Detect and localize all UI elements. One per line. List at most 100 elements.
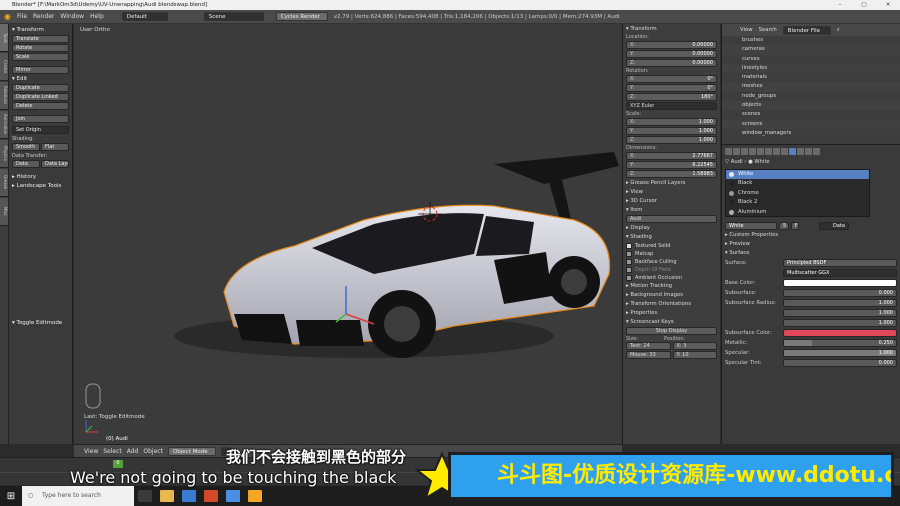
textured-solid-checkbox[interactable]: Textured Solid (626, 242, 717, 250)
background-images-header[interactable]: ▸ Background Images (626, 291, 717, 300)
material-slot-black[interactable]: Black (726, 179, 869, 188)
matcap-checkbox[interactable]: Matcap (626, 250, 717, 258)
outliner-row-meshes[interactable]: meshes (722, 82, 900, 92)
location-x-field[interactable]: X: 0.00000 (626, 41, 717, 49)
menu-window[interactable]: Window (60, 13, 84, 20)
surface-shader-select[interactable]: Principled BSDF (783, 259, 897, 267)
outliner-row-cameras[interactable]: cameras (722, 45, 900, 55)
tab-create[interactable]: Create (0, 53, 8, 81)
tab-relations[interactable]: Relations (0, 82, 8, 110)
tab-misc[interactable]: Misc (0, 198, 8, 226)
tab-animation[interactable]: Animation (0, 111, 8, 139)
landscape-tools-header[interactable]: ▸ Landscape Tools (12, 182, 69, 191)
location-z-field[interactable]: Z: 0.00000 (626, 59, 717, 67)
object-tab-icon[interactable] (757, 147, 764, 155)
tab-physics[interactable]: Physics (0, 140, 8, 168)
view-menu[interactable]: View (84, 448, 98, 455)
data-button[interactable]: Data (12, 160, 40, 168)
backface-culling-checkbox[interactable]: Backface Culling (626, 258, 717, 266)
menu-help[interactable]: Help (90, 13, 104, 20)
fake-user-toggle[interactable]: F (791, 222, 799, 230)
dimensions-y-field[interactable]: Y: 6.22545 (626, 161, 717, 169)
texture-tab-icon[interactable] (797, 147, 804, 155)
select-menu[interactable]: Select (103, 448, 122, 455)
ambient-occlusion-checkbox[interactable]: Ambient Occlusion (626, 274, 717, 282)
item-name-field[interactable]: Audi (626, 215, 717, 223)
menu-file[interactable]: File (17, 13, 27, 20)
shading-header[interactable]: ▾ Shading (626, 233, 717, 242)
transform-orientations-header[interactable]: ▸ Transform Orientations (626, 300, 717, 309)
properties-header[interactable]: ▸ Properties (626, 309, 717, 318)
distribution-select[interactable]: Multiscatter GGX (783, 269, 897, 277)
material-slot-white[interactable]: White (726, 170, 869, 180)
outliner-row-objects[interactable]: objects (722, 101, 900, 111)
taskbar-search-input[interactable]: ○ Type here to search (22, 486, 134, 506)
outliner-row-scenes[interactable]: scenes (722, 110, 900, 119)
constraints-tab-icon[interactable] (765, 147, 772, 155)
particles-tab-icon[interactable] (805, 147, 812, 155)
stop-display-button[interactable]: Stop Display (626, 327, 717, 335)
view-header[interactable]: ▸ View (626, 188, 717, 197)
world-tab-icon[interactable] (749, 147, 756, 155)
subsurface-field[interactable]: 0.000 (783, 289, 897, 297)
search-icon[interactable]: ⌕ (837, 27, 840, 34)
custom-properties-header[interactable]: ▸ Custom Properties (725, 231, 897, 240)
screen-layout-select[interactable]: Default (121, 12, 168, 21)
specular-slider[interactable]: 1.000 (783, 349, 897, 357)
windows-start-icon[interactable]: ⊞ (0, 491, 22, 502)
specular-tint-slider[interactable]: 0.000 (783, 359, 897, 367)
join-button[interactable]: Join (12, 115, 69, 123)
rotation-y-field[interactable]: Y: 0° (626, 84, 717, 92)
translate-button[interactable]: Translate (12, 35, 69, 43)
mode-select[interactable]: Object Mode (167, 446, 216, 456)
screencast-keys-header[interactable]: ▾ Screencast Keys (626, 318, 717, 327)
3d-viewport[interactable] (74, 24, 622, 444)
duplicate-linked-button[interactable]: Duplicate Linked (12, 93, 69, 101)
object-menu[interactable]: Object (143, 448, 163, 455)
metallic-slider[interactable]: 0.250 (783, 339, 897, 347)
history-panel-header[interactable]: ▸ History (12, 173, 69, 182)
task-view-icon[interactable] (138, 490, 152, 502)
menu-render[interactable]: Render (33, 13, 54, 20)
data-layout-button[interactable]: Data Layo (41, 160, 69, 168)
scale-button[interactable]: Scale (12, 53, 69, 61)
base-color-swatch[interactable] (783, 279, 897, 287)
rotate-button[interactable]: Rotate (12, 44, 69, 52)
mouse-size-field[interactable]: Mouse: 33 (626, 351, 671, 359)
position-y-field[interactable]: Y: 10 (672, 351, 717, 359)
rotation-x-field[interactable]: X: 0° (626, 75, 717, 83)
data-tab-icon[interactable] (781, 147, 788, 155)
outliner-row-curves[interactable]: curves (722, 55, 900, 64)
depth-of-field-checkbox[interactable]: Depth Of Field (626, 266, 717, 274)
surface-header[interactable]: ▾ Surface (725, 249, 897, 258)
text-size-field[interactable]: Text: 24 (626, 342, 671, 350)
minimize-icon[interactable]: – (828, 0, 852, 10)
media-icon[interactable] (204, 490, 218, 502)
outliner-row-node-groups[interactable]: node_groups (722, 92, 900, 101)
toggle-editmode-panel[interactable]: ▾ Toggle Editmode (12, 319, 69, 328)
rotation-z-field[interactable]: Z: 180° (626, 93, 717, 101)
render-engine-select[interactable]: Cycles Render (275, 12, 328, 21)
outliner-view-menu[interactable]: View (740, 27, 753, 33)
subsurface-radius-x-field[interactable]: 1.000 (783, 299, 897, 307)
delete-button[interactable]: Delete (12, 102, 69, 110)
material-slot-black-2[interactable]: Black 2 (726, 198, 869, 207)
tab-tools[interactable]: Tools (0, 24, 8, 52)
subsurface-color-swatch[interactable] (783, 329, 897, 337)
location-y-field[interactable]: Y: 0.00000 (626, 50, 717, 58)
material-tab-icon[interactable] (789, 147, 796, 155)
rotation-mode-select[interactable]: XYZ Euler (626, 102, 717, 110)
smooth-button[interactable]: Smooth (12, 143, 40, 151)
material-slot-list[interactable]: White Black Chrome Black 2 Aluminium (725, 169, 870, 217)
set-origin-dropdown[interactable]: Set Origin (12, 126, 69, 134)
mirror-button[interactable]: Mirror (12, 66, 69, 74)
scene-select[interactable]: Scene (203, 12, 264, 21)
tab-grease-pencil[interactable]: Grease (0, 169, 8, 197)
scale-x-field[interactable]: X: 1.000 (626, 118, 717, 126)
close-icon[interactable]: ✕ (876, 0, 900, 10)
3d-cursor-header[interactable]: ▸ 3D Cursor (626, 197, 717, 206)
preview-header[interactable]: ▸ Preview (725, 240, 897, 249)
file-explorer-icon[interactable] (160, 490, 174, 502)
scale-y-field[interactable]: Y: 1.000 (626, 127, 717, 135)
maximize-icon[interactable]: □ (852, 0, 876, 10)
